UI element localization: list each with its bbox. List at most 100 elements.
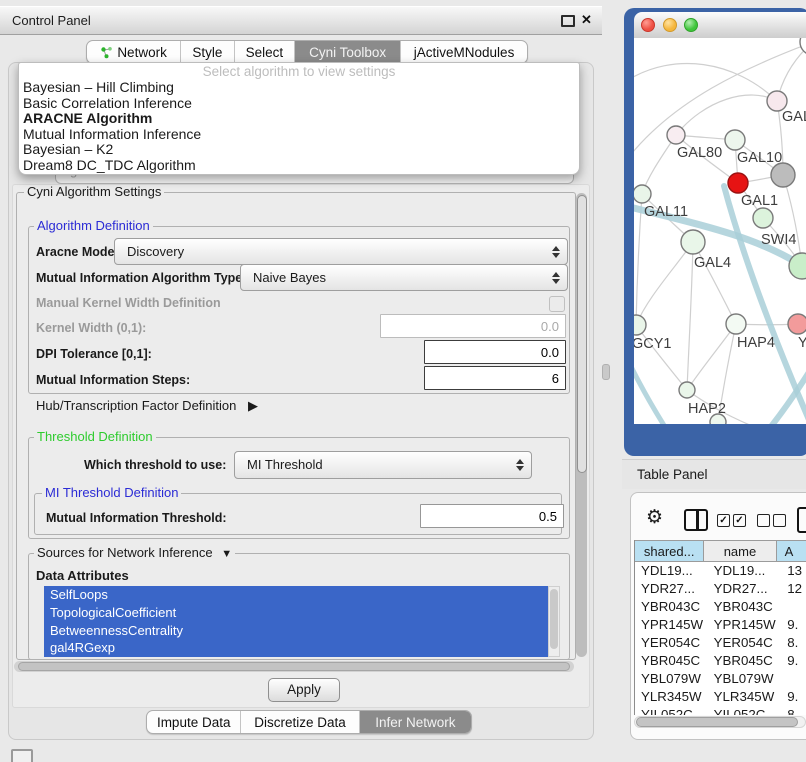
table-hscrollbar-thumb[interactable] bbox=[636, 717, 798, 727]
table-rows: YDL19...YDL19...13 YDR27...YDR27...12 YB… bbox=[634, 562, 806, 715]
settings-hscrollbar-thumb[interactable] bbox=[18, 662, 570, 671]
network-node[interactable] bbox=[788, 314, 806, 334]
collapse-down-icon: ▼ bbox=[221, 548, 232, 560]
dpi-tolerance-label: DPI Tolerance [0,1]: bbox=[36, 347, 152, 361]
split-columns-icon[interactable] bbox=[684, 509, 708, 531]
network-canvas[interactable]: GAL GAL80 GAL10 GAL1 GAL11 SWI4 GAL4 GCY… bbox=[634, 38, 806, 424]
column-header-name[interactable]: name bbox=[704, 540, 776, 562]
deselect-all-columns-icon[interactable] bbox=[757, 514, 786, 527]
tab-style[interactable]: Style bbox=[181, 41, 235, 63]
table-row[interactable]: YDL19...YDL19...13 bbox=[635, 562, 806, 580]
list-item[interactable]: gal4RGexp bbox=[44, 639, 548, 657]
which-threshold-combo[interactable]: MI Threshold bbox=[234, 451, 532, 479]
tab-discretize-data-label: Discretize Data bbox=[254, 715, 346, 730]
network-window-titlebar[interactable] bbox=[634, 12, 806, 39]
table-panel-title: Table Panel bbox=[637, 467, 708, 482]
aracne-mode-value: Discovery bbox=[127, 239, 184, 264]
table-panel-titlebar: Table Panel bbox=[622, 459, 806, 489]
table-row[interactable]: YBL079WYBL079W bbox=[635, 670, 806, 688]
table-row[interactable]: YER054CYER054C8. bbox=[635, 634, 806, 652]
select-all-columns-icon[interactable]: ✓ ✓ bbox=[717, 514, 746, 527]
network-node[interactable] bbox=[634, 185, 651, 203]
dropdown-placeholder: Select algorithm to view settings bbox=[19, 63, 579, 80]
minimize-window-light-icon[interactable] bbox=[663, 18, 677, 32]
settings-vscrollbar-thumb[interactable] bbox=[577, 195, 587, 473]
export-table-icon[interactable] bbox=[797, 507, 806, 533]
expand-right-icon: ▶ bbox=[248, 398, 258, 413]
network-node-labels: GAL GAL80 GAL10 GAL1 GAL11 SWI4 GAL4 GCY… bbox=[634, 109, 806, 417]
table-row[interactable]: YIL052CYIL052C8. bbox=[635, 706, 806, 715]
unchecked-box-icon bbox=[757, 514, 770, 527]
unchecked-box-icon bbox=[773, 514, 786, 527]
algorithm-definition-title: Algorithm Definition bbox=[34, 219, 153, 233]
hub-definition-expander[interactable]: Hub/Transcription Factor Definition ▶ bbox=[36, 398, 258, 414]
manual-kernel-checkbox[interactable] bbox=[549, 296, 565, 312]
splitter-handle[interactable] bbox=[602, 364, 610, 380]
table-row[interactable]: YBR043CYBR043C bbox=[635, 598, 806, 616]
spinner-arrows-icon bbox=[552, 245, 560, 259]
table-row[interactable]: YBR045CYBR045C9. bbox=[635, 652, 806, 670]
tab-jactivemnodules[interactable]: jActiveMNodules bbox=[401, 41, 527, 63]
network-node[interactable] bbox=[667, 126, 685, 144]
dropdown-item-aracne[interactable]: ARACNE Algorithm bbox=[19, 111, 579, 127]
table-row[interactable]: YDR27...YDR27...12 bbox=[635, 580, 806, 598]
tab-discretize-data[interactable]: Discretize Data bbox=[241, 711, 359, 733]
tab-select-label: Select bbox=[246, 45, 284, 60]
mi-threshold-field[interactable] bbox=[420, 504, 564, 528]
network-node[interactable] bbox=[725, 130, 745, 150]
network-node[interactable] bbox=[681, 230, 705, 254]
zoom-window-light-icon[interactable] bbox=[684, 18, 698, 32]
cyni-algorithm-settings-title: Cyni Algorithm Settings bbox=[24, 185, 164, 199]
manual-kernel-label: Manual Kernel Width Definition bbox=[36, 296, 221, 310]
threshold-definition-title: Threshold Definition bbox=[34, 430, 156, 444]
apply-button[interactable]: Apply bbox=[268, 678, 340, 702]
mi-type-combo[interactable]: Naive Bayes bbox=[240, 264, 568, 291]
mi-type-label: Mutual Information Algorithm Type: bbox=[36, 271, 246, 285]
close-window-light-icon[interactable] bbox=[641, 18, 655, 32]
dropdown-item-bayesian-hill[interactable]: Bayesian – Hill Climbing bbox=[19, 80, 579, 96]
dropdown-item-basic-correlation[interactable]: Basic Correlation Inference bbox=[19, 96, 579, 112]
gear-icon[interactable]: ⚙ bbox=[646, 506, 663, 528]
close-icon[interactable]: ✕ bbox=[581, 10, 592, 30]
mi-type-value: Naive Bayes bbox=[253, 265, 326, 290]
network-node[interactable] bbox=[679, 382, 695, 398]
tab-impute-data[interactable]: Impute Data bbox=[147, 711, 241, 733]
tab-cyni-toolbox[interactable]: Cyni Toolbox bbox=[295, 41, 401, 63]
dropdown-item-mutual-information[interactable]: Mutual Information Inference bbox=[19, 127, 579, 143]
float-window-icon[interactable] bbox=[561, 15, 575, 27]
dpi-tolerance-field[interactable] bbox=[424, 340, 566, 364]
list-item[interactable]: TopologicalCoefficient bbox=[44, 604, 548, 622]
sources-title: Sources for Network Inference bbox=[37, 545, 213, 560]
kernel-width-field[interactable] bbox=[380, 314, 566, 338]
network-node-label: GAL10 bbox=[737, 150, 782, 166]
minimized-panel-icon[interactable] bbox=[11, 749, 33, 762]
tab-network[interactable]: Network bbox=[87, 41, 181, 63]
dropdown-item-dream8[interactable]: Dream8 DC_TDC Algorithm bbox=[19, 158, 579, 174]
network-node-label: GAL11 bbox=[644, 204, 688, 220]
table-row[interactable]: YLR345WYLR345W9. bbox=[635, 688, 806, 706]
network-node[interactable] bbox=[753, 208, 773, 228]
network-node[interactable] bbox=[634, 315, 646, 335]
column-header-partial[interactable]: A bbox=[777, 540, 806, 562]
list-item[interactable]: SelfLoops bbox=[44, 586, 548, 604]
network-node[interactable] bbox=[771, 163, 795, 187]
list-item[interactable]: BetweennessCentrality bbox=[44, 622, 548, 640]
tab-jactivemnodules-label: jActiveMNodules bbox=[414, 45, 515, 60]
sources-collapser[interactable]: Sources for Network Inference ▼ bbox=[34, 546, 235, 561]
tab-network-label: Network bbox=[117, 45, 167, 60]
tab-infer-network[interactable]: Infer Network bbox=[360, 711, 471, 733]
table-row[interactable]: YPR145WYPR145W9. bbox=[635, 616, 806, 634]
network-node[interactable] bbox=[767, 91, 787, 111]
list-vscrollbar-thumb[interactable] bbox=[550, 589, 558, 649]
panel-title: Control Panel bbox=[12, 7, 91, 34]
dropdown-item-bayesian-k2[interactable]: Bayesian – K2 bbox=[19, 142, 579, 158]
tab-impute-data-label: Impute Data bbox=[157, 715, 231, 730]
column-header-shared-name[interactable]: shared... bbox=[635, 540, 704, 562]
network-node-label: GCY1 bbox=[634, 336, 672, 352]
network-node[interactable] bbox=[728, 173, 748, 193]
aracne-mode-combo[interactable]: Discovery bbox=[114, 238, 568, 265]
mi-steps-field[interactable] bbox=[424, 366, 566, 390]
bottom-tabbar: Impute Data Discretize Data Infer Networ… bbox=[146, 710, 472, 734]
tab-select[interactable]: Select bbox=[235, 41, 295, 63]
network-node[interactable] bbox=[726, 314, 746, 334]
